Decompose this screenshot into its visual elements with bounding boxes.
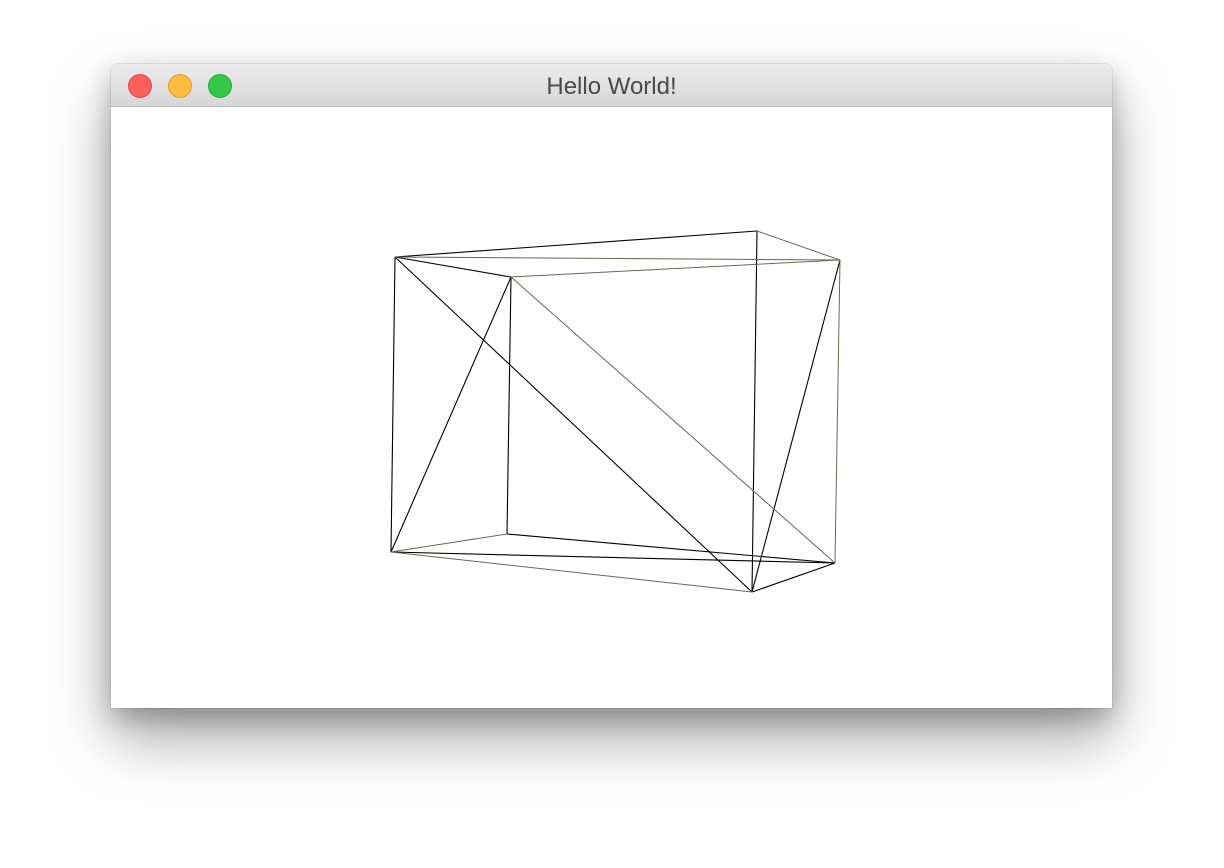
edge <box>751 259 841 593</box>
canvas-area[interactable] <box>111 107 1112 708</box>
edge <box>394 256 753 593</box>
desktop-background: Hello World! <box>0 0 1224 868</box>
title-bar[interactable]: Hello World! <box>111 64 1112 107</box>
edge <box>390 551 753 593</box>
wireframe-canvas <box>390 230 841 593</box>
edge <box>834 259 841 564</box>
edge <box>510 259 841 278</box>
edge <box>390 533 508 553</box>
edge <box>390 276 512 553</box>
edge <box>506 276 512 535</box>
edge <box>510 276 836 564</box>
edge <box>756 230 841 261</box>
window-title: Hello World! <box>546 73 677 100</box>
edge <box>390 256 396 553</box>
app-window: Hello World! <box>111 64 1112 708</box>
edge <box>394 256 841 261</box>
edge <box>751 230 758 593</box>
edge <box>394 230 758 258</box>
edge <box>751 562 836 593</box>
